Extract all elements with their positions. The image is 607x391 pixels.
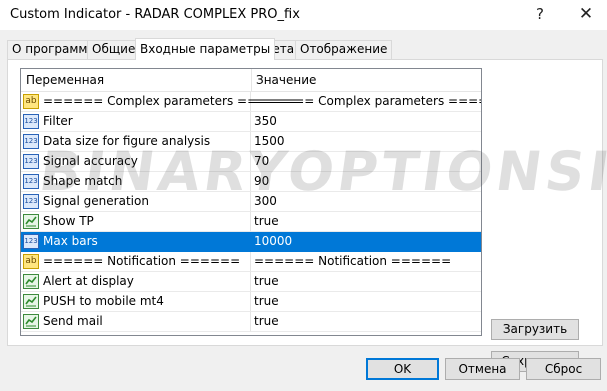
variable-name: Shape match <box>43 174 123 188</box>
value-cell[interactable]: 300 <box>251 192 481 212</box>
parameter-row[interactable]: 123 Data size for figure analysis 1500 <box>21 132 481 152</box>
parameter-row[interactable]: 123 Shape match 90 <box>21 172 481 192</box>
variable-value: 350 <box>254 114 277 128</box>
bool-icon <box>23 314 39 329</box>
ok-button[interactable]: OK <box>366 358 439 380</box>
bool-icon <box>23 274 39 289</box>
inputs-panel: Переменная Значение ab ====== Complex par… <box>7 59 603 372</box>
variable-value: 10000 <box>254 234 293 248</box>
bool-icon <box>23 294 39 309</box>
variable-cell[interactable]: ab ====== Notification ====== <box>21 252 251 272</box>
variable-value: ====== Complex parameters ====== <box>254 94 481 108</box>
variable-cell[interactable]: Send mail <box>21 312 251 332</box>
parameter-row[interactable]: ab ====== Notification ====== ====== Notif… <box>21 252 481 272</box>
variable-value: 70 <box>254 154 270 168</box>
variable-cell[interactable]: 123 Filter <box>21 112 251 132</box>
reset-button[interactable]: Сброс <box>526 358 601 380</box>
parameter-row[interactable]: 123 Signal generation 300 <box>21 192 481 212</box>
tab-common[interactable]: Общие <box>87 40 141 59</box>
variable-cell[interactable]: 123 Signal accuracy <box>21 152 251 172</box>
parameter-row[interactable]: Show TP true <box>21 212 481 232</box>
number-icon: 123 <box>23 154 39 169</box>
variable-name: ====== Notification ====== <box>43 254 241 268</box>
help-button[interactable]: ? <box>520 2 560 26</box>
parameter-row[interactable]: Alert at display true <box>21 272 481 292</box>
variable-value: true <box>254 214 279 228</box>
cancel-button[interactable]: Отмена <box>445 358 520 380</box>
value-cell[interactable]: true <box>251 312 481 332</box>
value-cell[interactable]: ====== Notification ====== <box>251 252 481 272</box>
variable-value: true <box>254 314 279 328</box>
variable-cell[interactable]: 123 Signal generation <box>21 192 251 212</box>
parameter-row[interactable]: ab ====== Complex parameters ====== ======… <box>21 92 481 112</box>
tab-about[interactable]: О программе <box>7 40 100 59</box>
variable-cell[interactable]: 123 Data size for figure analysis <box>21 132 251 152</box>
parameter-row[interactable]: 123 Filter 350 <box>21 112 481 132</box>
tab-inputs[interactable]: Входные параметры <box>135 38 276 60</box>
parameters-grid[interactable]: Переменная Значение ab ====== Complex par… <box>20 68 482 336</box>
variable-value: true <box>254 294 279 308</box>
bool-icon <box>23 214 39 229</box>
variable-value: ====== Notification ====== <box>254 254 452 268</box>
number-icon: 123 <box>23 174 39 189</box>
value-cell[interactable]: true <box>251 272 481 292</box>
variable-value: 300 <box>254 194 277 208</box>
variable-value: true <box>254 274 279 288</box>
number-icon: 123 <box>23 194 39 209</box>
variable-cell[interactable]: Alert at display <box>21 272 251 292</box>
variable-name: PUSH to mobile mt4 <box>43 294 164 308</box>
value-cell[interactable]: 1500 <box>251 132 481 152</box>
dialog-client: О программе Общие Входные параметры Цвет… <box>0 30 607 391</box>
variable-name: Send mail <box>43 314 103 328</box>
variable-name: Max bars <box>43 234 98 248</box>
variable-name: Signal accuracy <box>43 154 138 168</box>
parameter-row[interactable]: 123 Signal accuracy 70 <box>21 152 481 172</box>
number-icon: 123 <box>23 234 39 249</box>
title-bar: Custom Indicator - RADAR COMPLEX PRO_fix… <box>0 0 607 30</box>
variable-name: Signal generation <box>43 194 149 208</box>
variable-cell[interactable]: PUSH to mobile mt4 <box>21 292 251 312</box>
variable-cell[interactable]: Show TP <box>21 212 251 232</box>
value-cell[interactable]: 10000 <box>251 232 481 252</box>
variable-value: 1500 <box>254 134 285 148</box>
variable-cell[interactable]: 123 Max bars <box>21 232 251 252</box>
parameter-row[interactable]: PUSH to mobile mt4 true <box>21 292 481 312</box>
string-icon: ab <box>23 94 39 109</box>
grid-header: Переменная Значение <box>21 69 481 92</box>
variable-name: Data size for figure analysis <box>43 134 211 148</box>
load-button[interactable]: Загрузить <box>491 319 579 340</box>
variable-cell[interactable]: ab ====== Complex parameters ====== <box>21 92 297 112</box>
number-icon: 123 <box>23 134 39 149</box>
close-button[interactable]: ✕ <box>566 2 606 26</box>
variable-name: Filter <box>43 114 73 128</box>
variable-cell[interactable]: 123 Shape match <box>21 172 251 192</box>
window-title: Custom Indicator - RADAR COMPLEX PRO_fix <box>10 7 300 22</box>
column-header-variable[interactable]: Переменная <box>21 69 252 91</box>
value-cell[interactable]: true <box>251 292 481 312</box>
tab-visualization[interactable]: Отображение <box>295 40 393 59</box>
parameter-row[interactable]: 123 Max bars 10000 <box>21 232 481 252</box>
string-icon: ab <box>23 254 39 269</box>
variable-name: Show TP <box>43 214 94 228</box>
parameter-row[interactable]: Send mail true <box>21 312 481 332</box>
variable-value: 90 <box>254 174 270 188</box>
value-cell[interactable]: ====== Complex parameters ====== <box>251 92 481 112</box>
value-cell[interactable]: true <box>251 212 481 232</box>
value-cell[interactable]: 350 <box>251 112 481 132</box>
number-icon: 123 <box>23 114 39 129</box>
value-cell[interactable]: 90 <box>251 172 481 192</box>
variable-name: Alert at display <box>43 274 134 288</box>
column-header-value[interactable]: Значение <box>251 69 481 91</box>
value-cell[interactable]: 70 <box>251 152 481 172</box>
